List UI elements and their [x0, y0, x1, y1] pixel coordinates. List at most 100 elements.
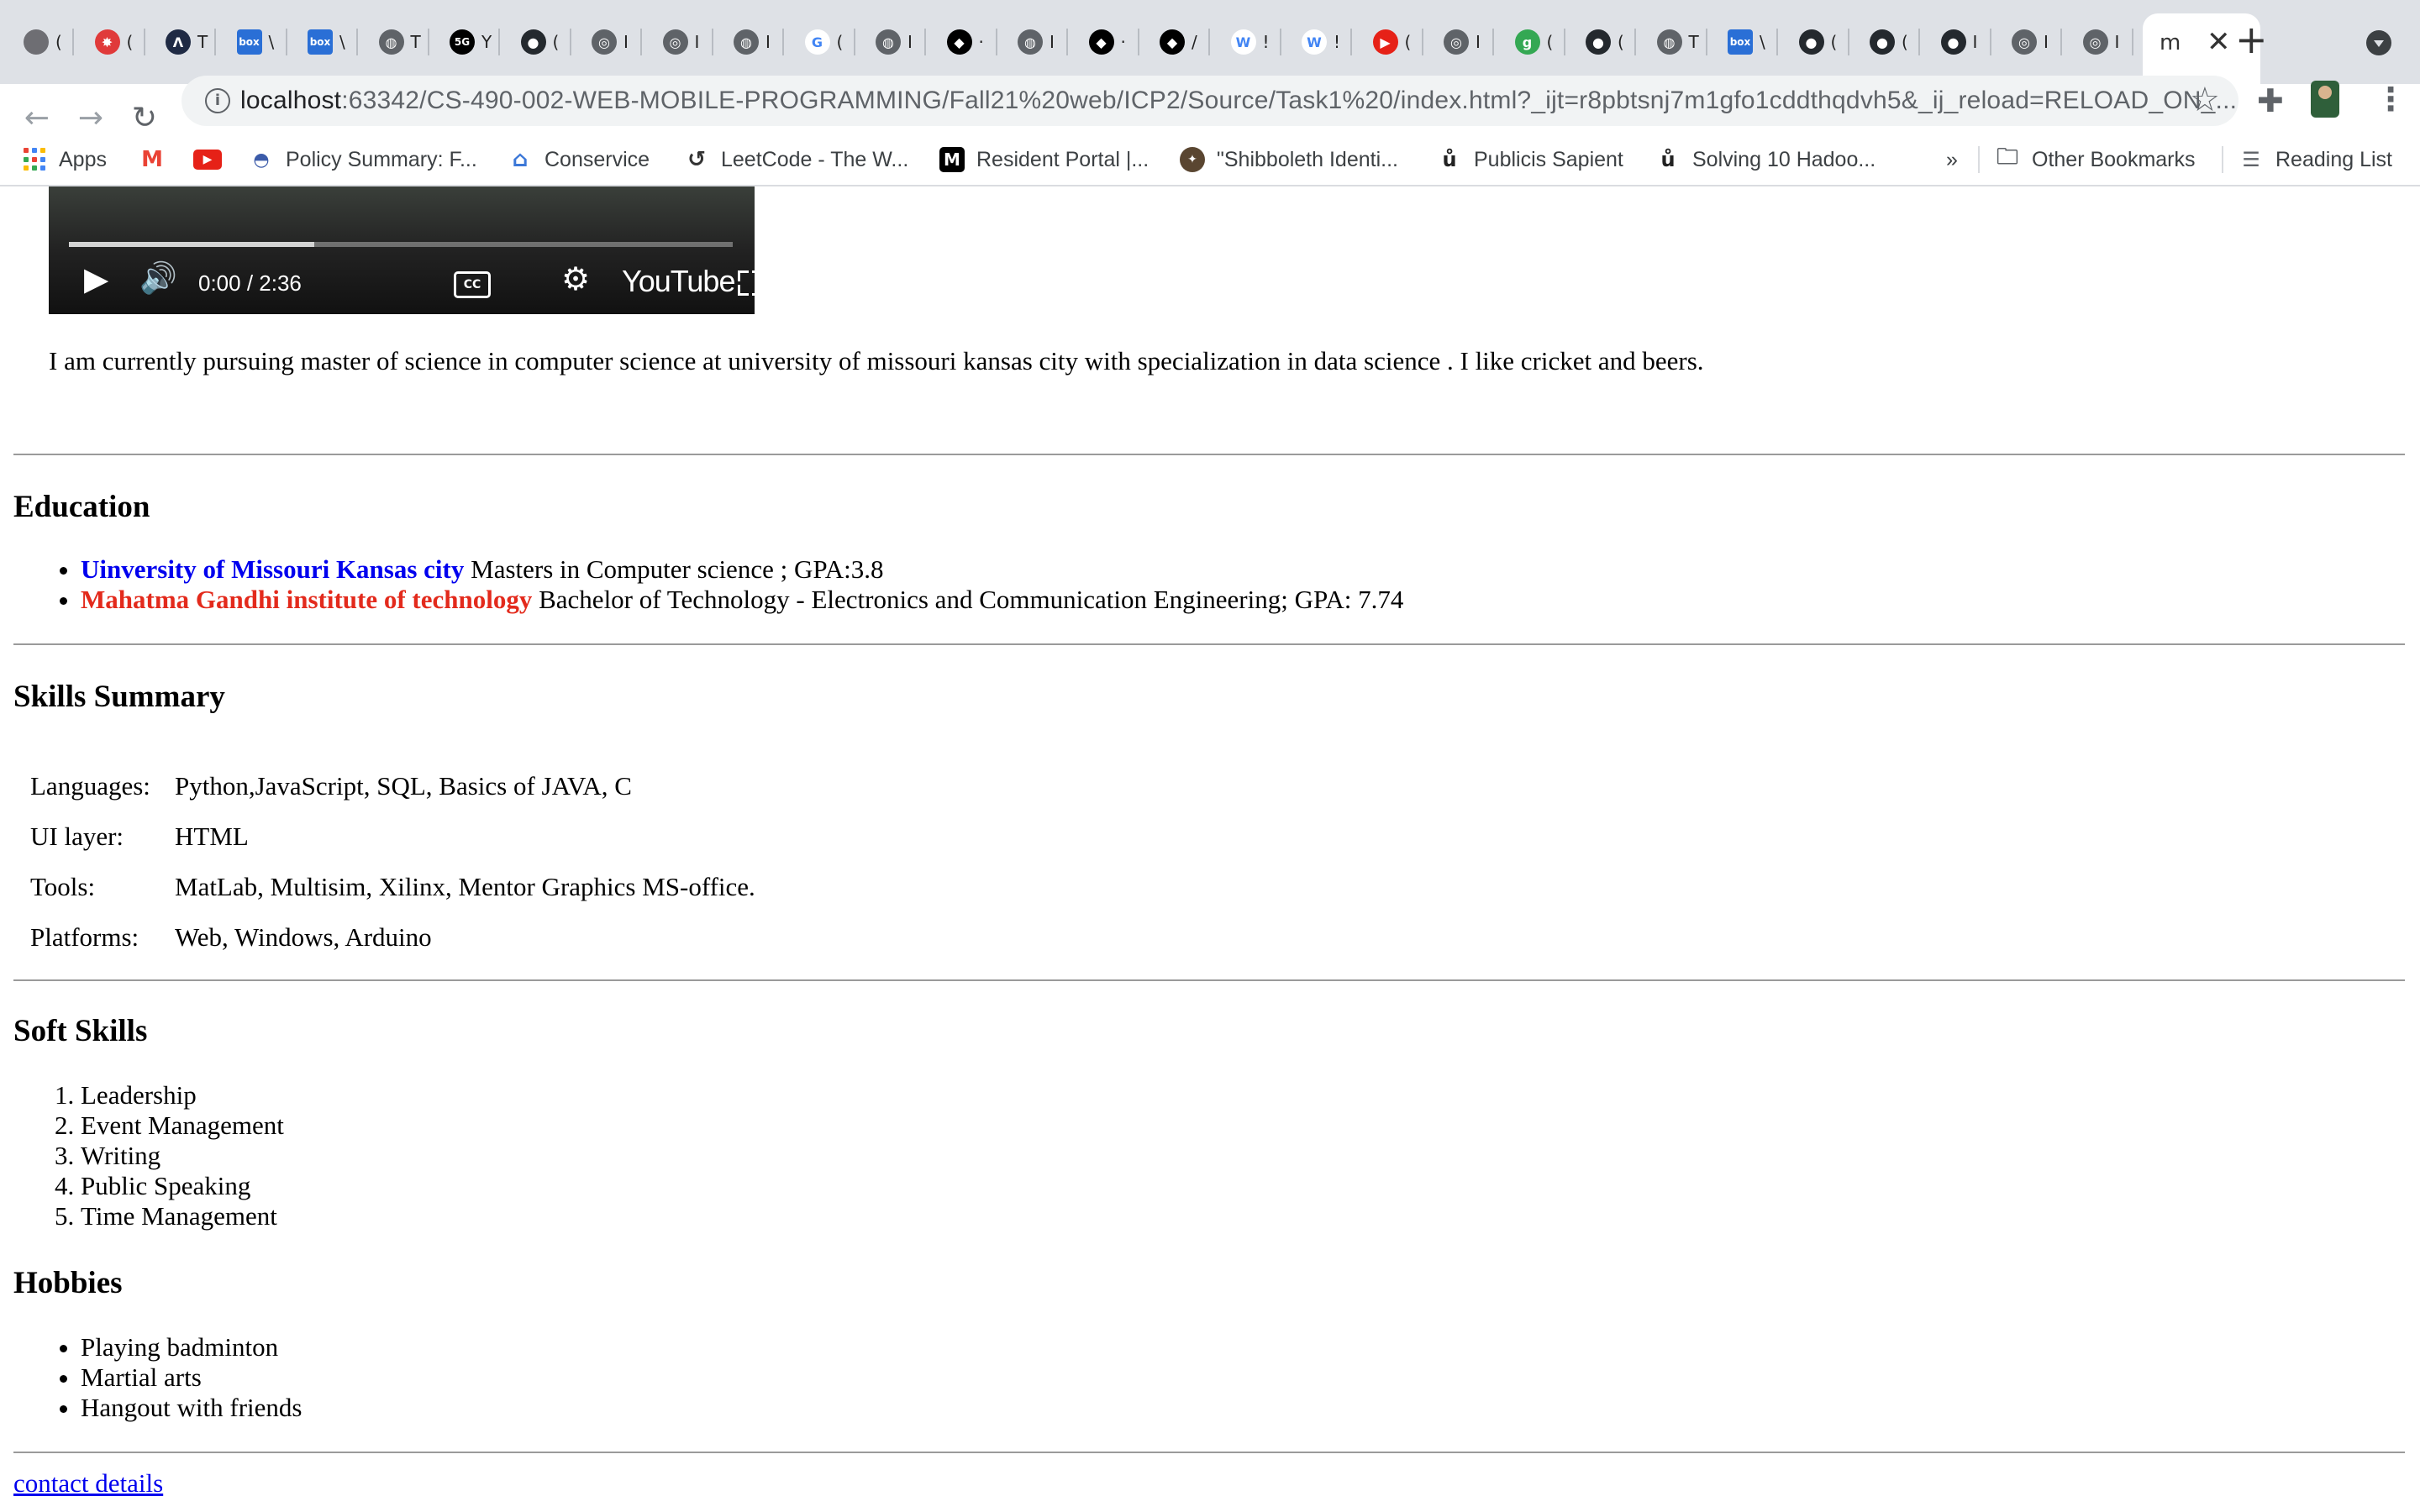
- browser-tab[interactable]: ◎ I: [2012, 15, 2062, 69]
- browser-tab[interactable]: ◍ T: [1656, 15, 1707, 69]
- bookmark-youtube[interactable]: ▶: [193, 144, 234, 175]
- globe-icon: ◍: [1018, 29, 1043, 55]
- browser-tab[interactable]: ●(: [1586, 15, 1636, 69]
- browser-tab[interactable]: ●(: [520, 15, 571, 69]
- bookmark-conservice[interactable]: ⌂ Conservice: [508, 144, 650, 175]
- tab-divider: [2060, 29, 2062, 55]
- captions-icon[interactable]: CC: [454, 271, 491, 298]
- degree-detail: Masters in Computer science ; GPA:3.8: [464, 554, 884, 584]
- google-icon: G: [804, 29, 830, 55]
- chrome-icon: ◎: [2082, 29, 2108, 55]
- browser-tab[interactable]: ●(: [1870, 15, 1920, 69]
- browser-tab[interactable]: ◆ ·: [946, 15, 997, 69]
- browser-tab[interactable]: ◎ I: [1444, 15, 1494, 69]
- bookmark-other-folder[interactable]: 🗀 Other Bookmarks: [1995, 144, 2196, 175]
- browser-tab[interactable]: W!: [1230, 15, 1281, 69]
- bookmark-label: Apps: [59, 147, 107, 171]
- browser-tab[interactable]: ◆ ·: [1088, 15, 1139, 69]
- table-row: Tools: MatLab, Multisim, Xilinx, Mentor G…: [30, 862, 755, 912]
- video-progress-bar[interactable]: [69, 242, 733, 247]
- tab-divider: [356, 29, 358, 55]
- browser-tab[interactable]: box \: [1728, 15, 1778, 69]
- tab-divider: [1989, 29, 1991, 55]
- bookmark-gmail[interactable]: M: [139, 144, 176, 175]
- tab-title: (: [1618, 32, 1624, 52]
- browser-tab[interactable]: W!: [1302, 15, 1352, 69]
- bookmark-label: Resident Portal |...: [976, 147, 1150, 171]
- tab-title: T: [1688, 32, 1699, 52]
- tab-divider: [1492, 29, 1494, 55]
- address-bar[interactable]: i localhost:63342/CS-490-002-WEB-MOBILE-…: [182, 76, 2238, 126]
- shibboleth-icon: ✦: [1180, 147, 1205, 172]
- tab-title: ·: [978, 32, 984, 52]
- tab-divider: [924, 29, 926, 55]
- youtube-logo[interactable]: YouTube: [622, 264, 735, 299]
- bookmark-hadoop[interactable]: ů Solving 10 Hadoo...: [1655, 144, 1876, 175]
- apple-icon: [24, 29, 49, 55]
- skill-value: HTML: [175, 822, 249, 851]
- browser-tab[interactable]: ◎ I: [2082, 15, 2133, 69]
- volume-icon[interactable]: 🔊: [139, 260, 177, 296]
- browser-tab[interactable]: g(: [1514, 15, 1565, 69]
- browser-tab[interactable]: 5G Y: [450, 15, 500, 69]
- table-row: Platforms: Web, Windows, Arduino: [30, 912, 755, 963]
- play-icon[interactable]: ▶: [84, 260, 108, 297]
- tab-search-icon[interactable]: [2366, 30, 2391, 55]
- profile-avatar[interactable]: [2311, 81, 2339, 118]
- tab-title: (: [126, 32, 134, 52]
- new-tab-button[interactable]: +: [2235, 17, 2268, 62]
- extensions-puzzle-icon[interactable]: ✚: [2257, 82, 2284, 119]
- browser-tab[interactable]: ✸(: [94, 15, 145, 69]
- skill-value: Python,JavaScript, SQL, Basics of JAVA, …: [175, 771, 632, 801]
- browser-tab[interactable]: ◍ I: [876, 15, 926, 69]
- bookmark-policy-summary[interactable]: ◓ Policy Summary: F...: [249, 144, 477, 175]
- site-info-icon[interactable]: i: [205, 88, 230, 113]
- browser-tab[interactable]: box \: [236, 15, 287, 69]
- tab-title: (: [836, 32, 844, 52]
- browser-tab[interactable]: ◆ /: [1160, 15, 1210, 69]
- education-heading: Education: [13, 490, 150, 524]
- gear-icon[interactable]: ⚙: [561, 260, 590, 297]
- fullscreen-icon[interactable]: [738, 270, 763, 296]
- browser-tab[interactable]: ◎ I: [662, 15, 713, 69]
- tab-title: (: [1546, 32, 1554, 52]
- bookmark-leetcode[interactable]: ↺ LeetCode - The W...: [684, 144, 908, 175]
- contact-details-link[interactable]: contact details: [13, 1468, 163, 1499]
- box-icon: box: [236, 29, 262, 55]
- bookmark-label: Publicis Sapient: [1474, 147, 1623, 171]
- browser-tab[interactable]: G(: [804, 15, 855, 69]
- tab-title: Y: [481, 32, 492, 52]
- browser-tab[interactable]: ●(: [1798, 15, 1849, 69]
- close-tab-icon[interactable]: ✕: [2207, 25, 2231, 59]
- tab-divider: [1350, 29, 1352, 55]
- browser-tab[interactable]: ● I: [1940, 15, 1991, 69]
- browser-tab[interactable]: ◍ I: [734, 15, 784, 69]
- browser-tab[interactable]: ▶(: [1372, 15, 1423, 69]
- browser-tab[interactable]: ΛT: [166, 15, 216, 69]
- browser-menu-icon[interactable]: ⋮: [2375, 81, 2407, 118]
- bookmark-apps[interactable]: Apps: [24, 144, 107, 175]
- tab-title: I: [2044, 32, 2049, 52]
- home-icon: ⌂: [508, 147, 533, 172]
- browser-tab[interactable]: ◍ T: [378, 15, 429, 69]
- bookmark-star-icon[interactable]: ☆: [2190, 81, 2220, 119]
- folder-icon: 🗀: [1995, 144, 2020, 172]
- list-item: Public Speaking: [81, 1171, 284, 1201]
- bookmarks-overflow-button[interactable]: »: [1946, 144, 1958, 175]
- browser-tab[interactable]: ◎ I: [592, 15, 642, 69]
- reading-list-button[interactable]: ☰ Reading List: [2238, 144, 2392, 175]
- url-text[interactable]: localhost:63342/CS-490-002-WEB-MOBILE-PR…: [240, 87, 2237, 115]
- tab-divider: [1918, 29, 1920, 55]
- browser-tab[interactable]: (: [24, 15, 74, 69]
- bookmark-label: "Shibboleth Identi...: [1217, 147, 1398, 171]
- tab-divider: [2131, 29, 2133, 55]
- tab-title: (: [1404, 32, 1412, 52]
- bookmark-resident-portal[interactable]: M Resident Portal |...: [939, 144, 1149, 175]
- browser-tab[interactable]: box \: [308, 15, 358, 69]
- bookmark-shibboleth[interactable]: ✦ "Shibboleth Identi...: [1180, 144, 1398, 175]
- tab-divider: [1279, 29, 1281, 55]
- youtube-video-embed[interactable]: ▶ 🔊 0:00 / 2:36 CC ⚙ YouTube: [49, 186, 763, 314]
- github-icon: ●: [520, 29, 546, 55]
- browser-tab[interactable]: ◍ I: [1018, 15, 1068, 69]
- bookmark-publicis-sapient[interactable]: ů Publicis Sapient: [1437, 144, 1623, 175]
